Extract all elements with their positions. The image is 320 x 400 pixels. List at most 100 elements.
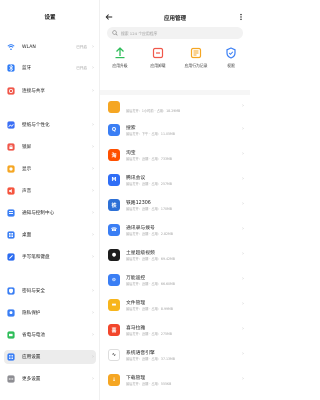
sidebar-item-value: 已开启: [76, 44, 87, 49]
chevron-right-icon: ›: [92, 310, 94, 316]
download-manager-icon: ↓: [108, 374, 120, 386]
chevron-right-icon: ›: [92, 44, 94, 50]
chevron-right-icon: ›: [92, 376, 94, 382]
chevron-right-icon: ›: [92, 65, 94, 71]
app-name: 淘宝: [126, 151, 136, 156]
app-list-item[interactable]: Q 搜索 最后打开：下午 · 占用：11.05MB ›: [100, 120, 250, 140]
sidebar-item-label: 手写笔和键盘: [22, 255, 50, 260]
tencent-meeting-icon: M: [108, 174, 120, 186]
bluetooth-icon: [7, 64, 15, 72]
app-name: 通讯录与拨号: [126, 226, 155, 231]
sidebar-item[interactable]: 连接与共享 ›: [4, 84, 96, 98]
sidebar-item-value: 已开启: [76, 65, 87, 70]
search-app-icon: Q: [108, 124, 120, 136]
sidebar-item[interactable]: 声音 ›: [4, 184, 96, 198]
behavior-record-icon: [190, 47, 202, 59]
app-usage-info: 最后打开：近期 · 占用：37.13MB: [126, 357, 175, 361]
app-name: 腾讯会议: [126, 176, 146, 181]
sidebar-item[interactable]: 更多设置 ›: [4, 372, 96, 386]
sidebar-item[interactable]: 显示 ›: [4, 162, 96, 176]
quick-action[interactable]: 应用卸载: [143, 47, 173, 77]
quick-action-label: 应用升级: [112, 63, 128, 68]
search-bar[interactable]: [107, 27, 243, 39]
app-name: 喜马拉雅: [126, 326, 146, 331]
sidebar-item[interactable]: 桌面 ›: [4, 228, 96, 242]
share-icon: [7, 87, 15, 95]
app-list-item[interactable]: ☎ 通讯录与拨号 最后打开：近期 · 占用：2.82MB ›: [100, 220, 250, 240]
notification-icon: [7, 209, 15, 217]
more-options-icon[interactable]: [237, 13, 245, 21]
sidebar-item[interactable]: 密码与安全 ›: [4, 284, 96, 298]
sidebar-item-label: 省电与电池: [22, 333, 45, 338]
chevron-right-icon: ›: [242, 301, 244, 307]
sidebar-item[interactable]: 蓝牙 已开启 ›: [4, 61, 96, 75]
quick-action[interactable]: 权限: [216, 47, 246, 77]
chevron-right-icon: ›: [92, 188, 94, 194]
chevron-right-icon: ›: [242, 226, 244, 232]
app-list-item[interactable]: ● 土星超级视频 最后打开：近期 · 占用：69.42MB ›: [100, 245, 250, 265]
wallpaper-icon: [7, 121, 15, 129]
sidebar-item[interactable]: 隐私保护 ›: [4, 306, 96, 320]
upgrade-icon: [115, 47, 125, 59]
chevron-right-icon: ›: [242, 201, 244, 207]
app-list-item[interactable]: 最后打开：1小时前 · 占用：18.29MB ›: [100, 97, 250, 117]
sidebar-item-label: 显示: [22, 167, 32, 172]
quick-action-label: 权限: [227, 63, 235, 68]
more-settings-icon: [7, 375, 15, 383]
app-usage-info: 最后打开：近期 · 占用：257MB: [126, 182, 172, 186]
search-input[interactable]: [121, 27, 239, 39]
permission-icon: [226, 47, 236, 59]
chevron-right-icon: ›: [92, 232, 94, 238]
app-name: 土星超级视频: [126, 251, 155, 256]
sidebar-item-label: 壁纸与个性化: [22, 123, 50, 128]
sidebar-item[interactable]: 应用设置 ›: [4, 350, 96, 364]
chevron-right-icon: ›: [242, 176, 244, 182]
privacy-icon: [7, 309, 15, 317]
app-list-item[interactable]: ▬ 文件管理 最后打开：近期 · 占用：8.99MB ›: [100, 295, 250, 315]
chevron-right-icon: ›: [242, 276, 244, 282]
sidebar-item-label: 桌面: [22, 233, 32, 238]
lock-icon: [7, 143, 15, 151]
sidebar-item[interactable]: WLAN 已开启 ›: [4, 40, 96, 54]
chevron-right-icon: ›: [242, 326, 244, 332]
chevron-right-icon: ›: [92, 144, 94, 150]
app-list-item[interactable]: M 腾讯会议 最后打开：近期 · 占用：257MB ›: [100, 170, 250, 190]
sidebar-item[interactable]: 壁纸与个性化 ›: [4, 118, 96, 132]
sidebar-item[interactable]: 手写笔和键盘 ›: [4, 250, 96, 264]
sidebar-item[interactable]: 通知与控制中心 ›: [4, 206, 96, 220]
quick-action[interactable]: 应用升级: [105, 47, 135, 77]
app-name: 铁路12306: [126, 201, 151, 206]
app-usage-info: 最后打开：1小时前 · 占用：18.29MB: [126, 109, 181, 113]
chevron-right-icon: ›: [242, 126, 244, 132]
sidebar-item-label: 应用设置: [22, 355, 41, 360]
sidebar-item[interactable]: 省电与电池 ›: [4, 328, 96, 342]
app-usage-info: 最后打开：近期 · 占用：275MB: [126, 332, 172, 336]
app-usage-info: 最后打开：近期 · 占用：8.99MB: [126, 307, 173, 311]
app-list-item[interactable]: ⊙ 万能遥控 最后打开：近期 · 占用：66.60MB ›: [100, 270, 250, 290]
battery-icon: [7, 331, 15, 339]
sidebar-item-label: 锁屏: [22, 145, 32, 150]
app-management-panel: 应用管理 应用升级 应用卸载 应用行为记录 权限 最后打开：1小时前 · 占用：18.…: [100, 0, 250, 400]
app-list-item[interactable]: 铁 铁路12306 最后打开：近期 · 占用：170MB ›: [100, 195, 250, 215]
app-list-item[interactable]: ∿ 系统语音引擎 最后打开：近期 · 占用：37.13MB ›: [100, 345, 250, 365]
chevron-right-icon: ›: [92, 332, 94, 338]
app-list-item[interactable]: 喜 喜马拉雅 最后打开：近期 · 占用：275MB ›: [100, 320, 250, 340]
app-usage-info: 最后打开：近期 · 占用：555KB: [126, 382, 172, 386]
wifi-icon: [7, 44, 15, 51]
desktop-icon: [7, 231, 15, 239]
quick-action[interactable]: 应用行为记录: [181, 47, 211, 77]
pen-icon: [7, 253, 15, 261]
uninstall-icon: [152, 47, 164, 59]
app-usage-info: 最后打开：近期 · 占用：170MB: [126, 207, 172, 211]
display-icon: [7, 165, 15, 173]
chevron-right-icon: ›: [242, 151, 244, 157]
chevron-right-icon: ›: [242, 351, 244, 357]
app-name: 搜索: [126, 126, 136, 131]
app-usage-info: 最后打开：近期 · 占用：2.82MB: [126, 232, 173, 236]
app-list-item[interactable]: 淘 淘宝 最后打开：近期 · 占用：733MB ›: [100, 145, 250, 165]
video-app-icon: ●: [108, 249, 120, 261]
sidebar-item[interactable]: 锁屏 ›: [4, 140, 96, 154]
chevron-right-icon: ›: [92, 122, 94, 128]
app-usage-info: 最后打开：近期 · 占用：733MB: [126, 157, 172, 161]
app-list-item[interactable]: ↓ 下载管理 最后打开：近期 · 占用：555KB ›: [100, 370, 250, 390]
